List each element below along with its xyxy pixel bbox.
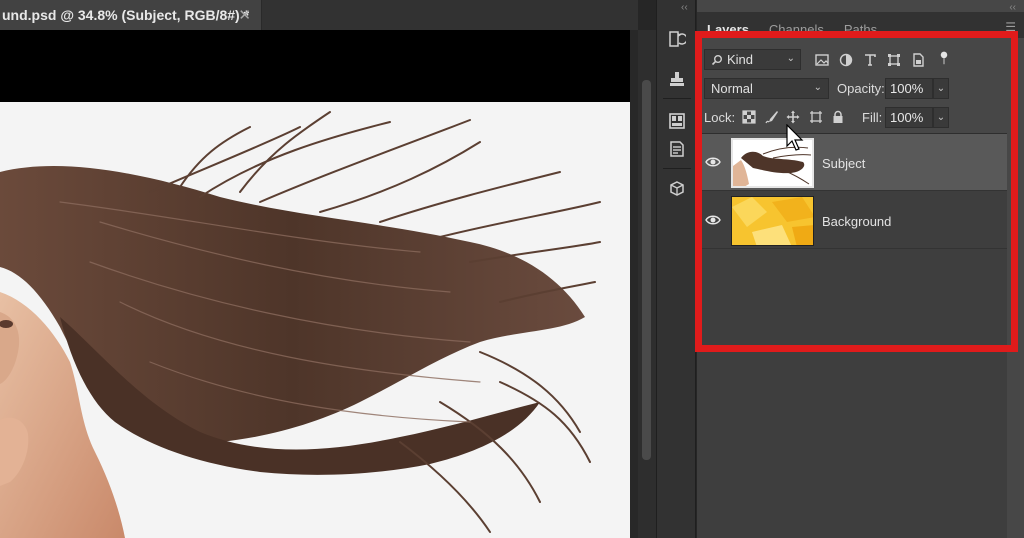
tab-layers[interactable]: Layers (697, 12, 759, 38)
document-canvas[interactable] (0, 102, 630, 538)
blend-mode-select[interactable]: Normal ⌄ (704, 78, 829, 99)
strip-divider (663, 98, 691, 99)
panel-tab-bar: Layers Channels Paths (697, 12, 1024, 38)
fill-input[interactable]: 100% (885, 107, 933, 128)
chevron-down-icon: ⌄ (786, 53, 795, 64)
opacity-slider-toggle[interactable]: ⌄ (933, 78, 949, 99)
lock-row: Lock: Fill: 100% ⌄ (697, 107, 1024, 129)
layers-list: Subject Background (697, 133, 1024, 538)
notes-icon[interactable] (665, 138, 689, 160)
layer-name-background[interactable]: Background (822, 214, 891, 229)
background-thumbnail-image (732, 197, 813, 245)
fill-label: Fill: (862, 110, 883, 125)
search-icon (711, 54, 722, 65)
layer-row-background[interactable]: Background (697, 192, 1007, 249)
subject-image (0, 111, 601, 538)
opacity-label: Opacity: (837, 81, 885, 96)
visibility-eye-icon[interactable] (705, 213, 721, 227)
collapse-strip-icon[interactable]: ‹‹ (681, 2, 688, 13)
panel-icon-strip: ‹‹ (656, 0, 696, 538)
layer-name-subject[interactable]: Subject (822, 156, 865, 171)
lock-position-icon[interactable] (786, 110, 800, 124)
strip-divider (663, 168, 691, 169)
panel-menu-icon[interactable]: ☰ (1005, 20, 1016, 34)
document-tab[interactable]: und.psd @ 34.8% (Subject, RGB/8#) * ✕ (0, 0, 262, 30)
image-filter-icon[interactable] (815, 53, 829, 67)
clone-source-icon[interactable] (665, 68, 689, 90)
properties-icon[interactable] (665, 110, 689, 132)
filter-toggle-icon[interactable] (937, 51, 951, 65)
filter-kind-select[interactable]: Kind ⌄ (704, 49, 801, 70)
tab-paths[interactable]: Paths (834, 12, 887, 38)
chevron-down-icon: ⌄ (813, 82, 822, 93)
opacity-input[interactable]: 100% (885, 78, 933, 99)
filter-kind-label: Kind (727, 52, 754, 67)
lock-all-icon[interactable] (831, 110, 845, 124)
3d-icon[interactable] (665, 178, 689, 200)
layer-filter-row: Kind ⌄ (697, 47, 1024, 73)
mouse-cursor-icon (786, 124, 804, 151)
adjustment-filter-icon[interactable] (839, 53, 853, 67)
lock-transparent-pixels-icon[interactable] (742, 110, 756, 124)
tab-strip (262, 0, 638, 30)
document-tab-title: und.psd @ 34.8% (Subject, RGB/8#) * (2, 7, 250, 23)
layers-panel: ‹‹ Layers Channels Paths ☰ Kind ⌄ Normal… (697, 0, 1024, 538)
layers-scrollbar[interactable] (1007, 133, 1024, 538)
smart-object-filter-icon[interactable] (911, 53, 925, 67)
fill-slider-toggle[interactable]: ⌄ (933, 107, 949, 128)
tab-channels[interactable]: Channels (759, 12, 834, 38)
history-icon[interactable] (665, 28, 689, 50)
layer-thumbnail-background (731, 196, 814, 246)
shape-filter-icon[interactable] (887, 53, 901, 67)
visibility-eye-icon[interactable] (705, 155, 721, 169)
pasteboard (0, 30, 630, 102)
blend-row: Normal ⌄ Opacity: 100% ⌄ (697, 78, 1024, 100)
lock-label: Lock: (704, 110, 736, 125)
close-tab-icon[interactable]: ✕ (238, 6, 251, 24)
blend-mode-value: Normal (711, 81, 753, 96)
lock-artboard-icon[interactable] (809, 110, 823, 124)
layer-row-subject[interactable]: Subject (697, 134, 1007, 191)
canvas-scrollbar-thumb[interactable] (642, 80, 651, 460)
type-filter-icon[interactable] (863, 53, 877, 67)
lock-image-pixels-icon[interactable] (765, 110, 779, 124)
